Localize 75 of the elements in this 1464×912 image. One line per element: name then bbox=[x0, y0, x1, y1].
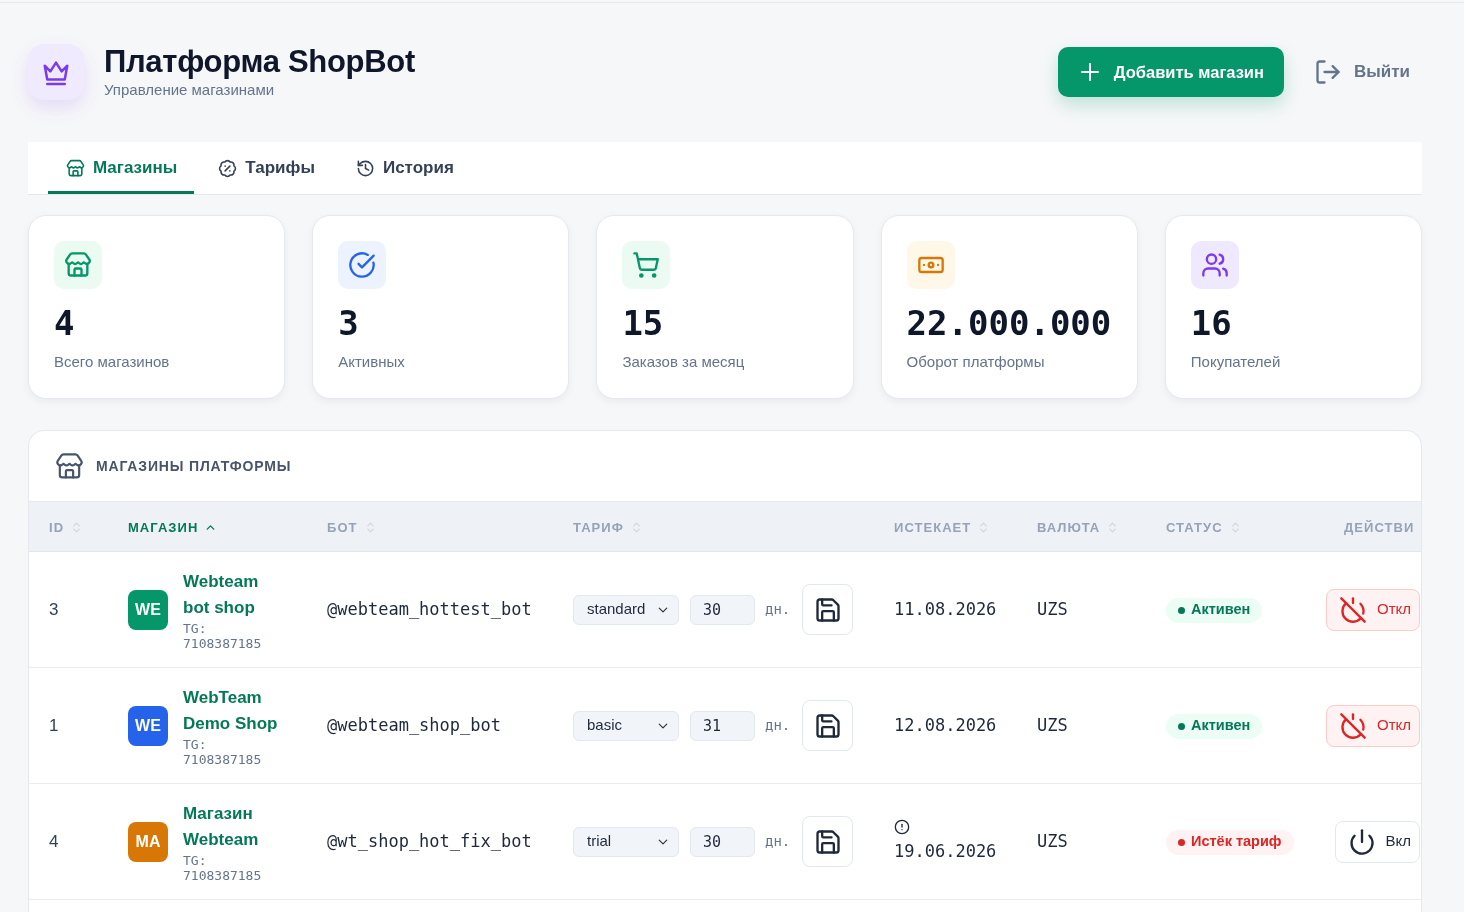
shop-avatar: WE bbox=[128, 705, 168, 746]
column-heading: ДЕЙСТВИ bbox=[1344, 518, 1415, 537]
crown-icon bbox=[28, 44, 84, 100]
shop-id: 3 bbox=[49, 599, 59, 619]
add-shop-button[interactable]: Добавить магазин bbox=[1057, 47, 1284, 97]
users-icon bbox=[1190, 241, 1239, 289]
store-icon bbox=[55, 451, 84, 481]
power-icon bbox=[1347, 827, 1376, 856]
shop-name: WebTeam Demo Shop bbox=[183, 686, 279, 735]
status-dot-icon bbox=[1178, 722, 1185, 730]
tab[interactable]: Тарифы bbox=[200, 142, 332, 194]
logout-icon bbox=[1313, 58, 1342, 86]
panel-title: МАГАЗИНЫ ПЛАТФОРМЫ bbox=[96, 456, 292, 476]
days-unit: дн. bbox=[765, 832, 791, 851]
save-button[interactable] bbox=[802, 700, 854, 751]
power-off-icon bbox=[1338, 595, 1367, 624]
currency-code: UZS bbox=[1037, 598, 1068, 619]
status-dot-icon bbox=[1178, 838, 1185, 846]
bot-username: @webteam_hottest_bot bbox=[327, 598, 532, 619]
stat-label: Активных bbox=[338, 352, 406, 372]
stat-value: 16 bbox=[1190, 303, 1233, 343]
expiry-date: 19.06.2026 bbox=[894, 840, 997, 861]
save-button[interactable] bbox=[802, 816, 854, 867]
stat-label: Покупателей bbox=[1190, 352, 1282, 372]
shop-avatar: MA bbox=[128, 821, 168, 862]
currency-code: UZS bbox=[1037, 830, 1068, 851]
store-icon bbox=[66, 158, 85, 178]
stat-value: 3 bbox=[338, 303, 360, 343]
telegram-id: TG: 7108387185 bbox=[183, 736, 263, 767]
status-dot-icon bbox=[1178, 606, 1185, 614]
shop-id: 1 bbox=[49, 715, 59, 735]
days-input[interactable]: 30 bbox=[690, 594, 755, 625]
banknote-icon bbox=[906, 241, 955, 289]
stat-label: Заказов за месяц bbox=[622, 352, 746, 372]
disable-button[interactable]: Откл bbox=[1325, 704, 1420, 747]
bot-username: @webteam_shop_bot bbox=[327, 714, 501, 735]
plan-select[interactable]: standard bbox=[573, 594, 679, 625]
disable-button[interactable]: Откл bbox=[1325, 588, 1420, 631]
stat-value: 4 bbox=[54, 303, 76, 343]
status-label: Истёк тариф bbox=[1191, 832, 1282, 852]
cart-icon bbox=[622, 241, 671, 289]
enable-button[interactable]: Вкл bbox=[1334, 820, 1420, 863]
stat-label: Оборот платформы bbox=[906, 352, 1046, 372]
shop-name: Магазин Webteam bbox=[183, 802, 260, 851]
plan-select[interactable]: basic bbox=[573, 710, 679, 741]
shop-avatar: WE bbox=[128, 589, 168, 630]
power-off-icon bbox=[1338, 711, 1367, 740]
expiry-date: 12.08.2026 bbox=[894, 714, 997, 735]
telegram-id: TG: 7108387185 bbox=[183, 620, 263, 651]
percent-badge-icon bbox=[218, 158, 238, 178]
stat-value: 22.000.000 bbox=[906, 303, 1112, 343]
status-label: Активен bbox=[1191, 716, 1251, 736]
store-icon bbox=[54, 241, 102, 289]
shop-name: Webteam bot shop bbox=[183, 570, 260, 619]
days-unit: дн. bbox=[765, 716, 791, 735]
history-icon bbox=[355, 158, 375, 178]
days-input[interactable]: 30 bbox=[690, 826, 755, 857]
logout-button[interactable]: Выйти bbox=[1301, 47, 1422, 97]
app-title: Платформа ShopBot bbox=[104, 44, 415, 80]
telegram-id: TG: 7108387185 bbox=[183, 852, 263, 883]
days-unit: дн. bbox=[765, 600, 791, 619]
bot-username: @wt_shop_hot_fix_bot bbox=[327, 830, 532, 851]
currency-code: UZS bbox=[1037, 714, 1068, 735]
plan-select[interactable]: trial bbox=[573, 826, 679, 857]
stat-label: Всего магазинов bbox=[54, 352, 171, 372]
tab[interactable]: История bbox=[337, 142, 471, 194]
save-button[interactable] bbox=[802, 584, 854, 635]
expiry-date: 11.08.2026 bbox=[894, 598, 997, 619]
stat-value: 15 bbox=[622, 303, 665, 343]
column-heading[interactable]: МАГАЗИН bbox=[128, 517, 218, 537]
shop-id: 4 bbox=[49, 831, 59, 851]
days-input[interactable]: 31 bbox=[690, 710, 755, 741]
app-subtitle: Управление магазинами bbox=[104, 80, 276, 100]
status-label: Активен bbox=[1191, 600, 1251, 620]
tab[interactable]: Магазины bbox=[48, 142, 195, 194]
